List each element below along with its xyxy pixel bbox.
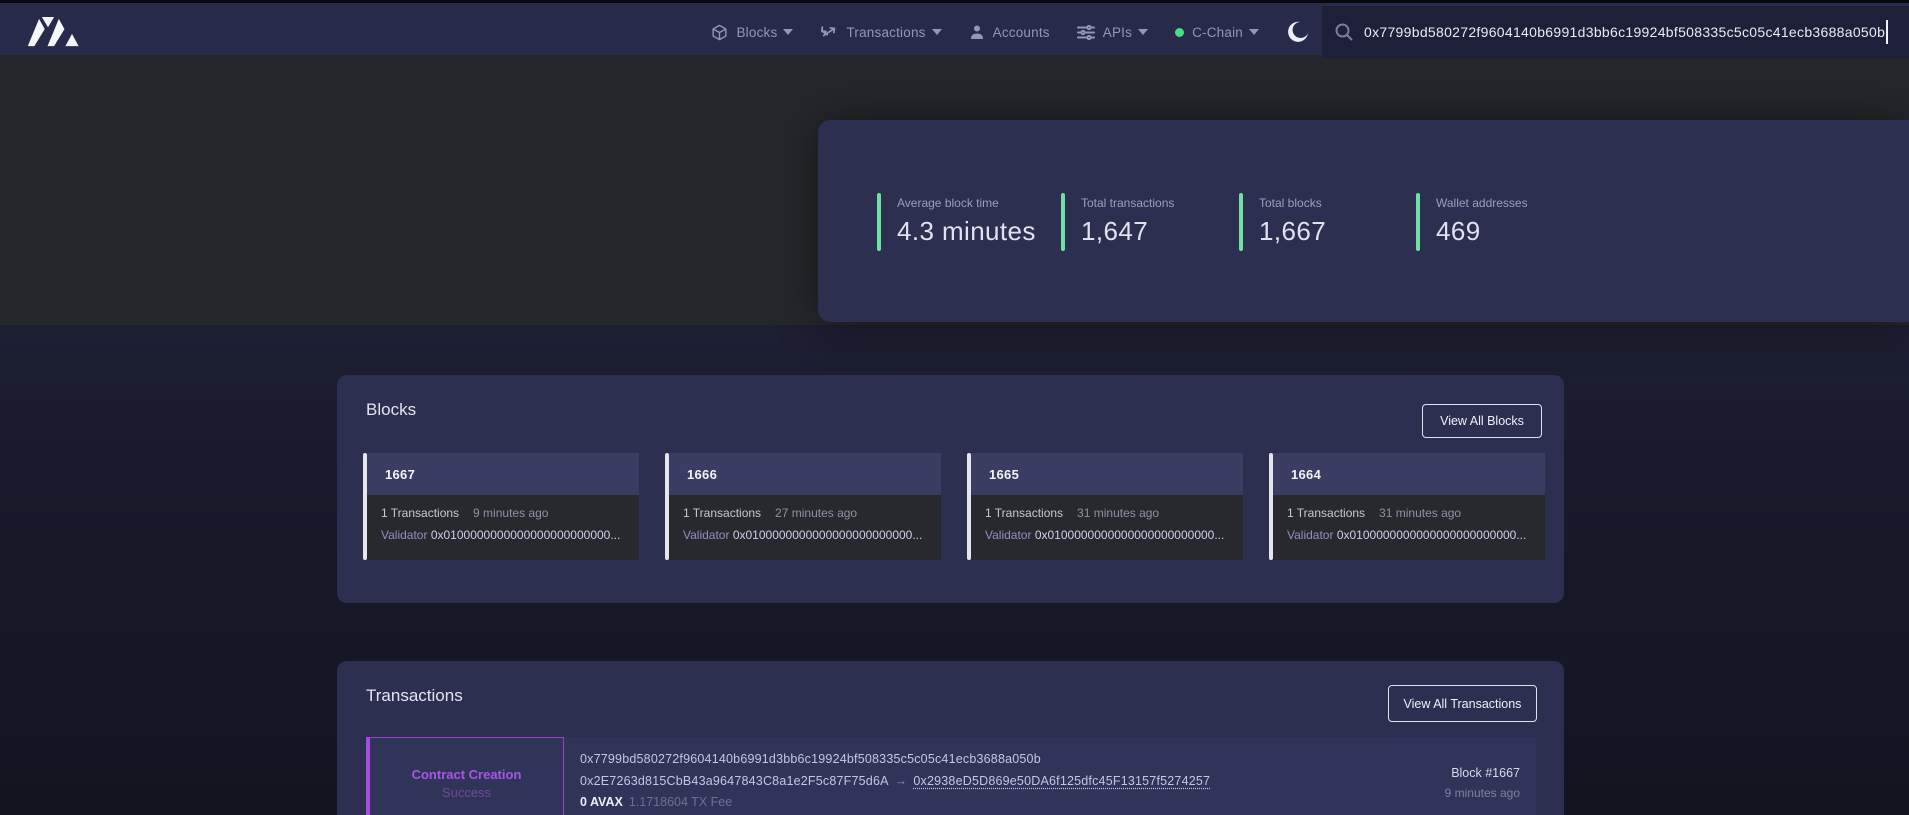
stat-value: 1,647 <box>1081 216 1174 247</box>
person-icon <box>969 24 985 40</box>
block-accent-bar <box>967 453 971 560</box>
view-all-blocks-button[interactable]: View All Blocks <box>1422 404 1542 438</box>
block-tx-count: 1 Transactions <box>683 506 761 520</box>
stat-value: 4.3 minutes <box>897 216 1036 247</box>
stat-label: Average block time <box>897 196 1036 210</box>
block-number[interactable]: 1667 <box>367 453 639 495</box>
stat-accent-bar <box>877 193 881 251</box>
stat-value: 469 <box>1436 216 1528 247</box>
block-number[interactable]: 1665 <box>971 453 1243 495</box>
transaction-details: 0x7799bd580272f9604140b6991d3bb6c19924bf… <box>580 749 1210 814</box>
nav-label-accounts: Accounts <box>993 25 1050 40</box>
validator-address: 0x0100000000000000000000000... <box>1035 528 1225 542</box>
transaction-block-link[interactable]: Block #1667 <box>1445 763 1520 783</box>
text-cursor <box>1886 20 1888 44</box>
stat-accent-bar <box>1061 193 1065 251</box>
stat-label: Total transactions <box>1081 196 1174 210</box>
chevron-down-icon <box>1249 29 1259 35</box>
block-card-body: 1 Transactions 31 minutes ago Validator … <box>1273 495 1545 560</box>
view-all-transactions-button[interactable]: View All Transactions <box>1388 685 1537 722</box>
stat-accent-bar <box>1239 193 1243 251</box>
chevron-down-icon <box>783 29 793 35</box>
validator-address: 0x0100000000000000000000000... <box>733 528 923 542</box>
chain-selector[interactable]: C-Chain <box>1175 25 1259 40</box>
nav-label-apis: APIs <box>1103 25 1132 40</box>
block-number[interactable]: 1666 <box>669 453 941 495</box>
validator-address: 0x0100000000000000000000000... <box>431 528 621 542</box>
to-address[interactable]: 0x2938eD5D869e50DA6f125dfc45F13157f52742… <box>913 774 1210 788</box>
chevron-down-icon <box>932 29 942 35</box>
block-number[interactable]: 1664 <box>1273 453 1545 495</box>
transaction-type: Contract Creation <box>412 767 522 782</box>
nav-item-blocks[interactable]: Blocks <box>711 24 793 41</box>
blocks-section-title: Blocks <box>366 400 416 420</box>
nav-item-transactions[interactable]: Transactions <box>820 24 941 40</box>
search-value: 0x7799bd580272f9604140b6991d3bb6c19924bf… <box>1364 24 1885 40</box>
stat-label: Wallet addresses <box>1436 196 1528 210</box>
block-age: 31 minutes ago <box>1077 506 1159 520</box>
stat-label: Total blocks <box>1259 196 1326 210</box>
nav-label-transactions: Transactions <box>846 25 925 40</box>
block-accent-bar <box>363 453 367 560</box>
transaction-age: 9 minutes ago <box>1445 783 1520 803</box>
validator-label: Validator <box>1287 528 1333 542</box>
block-card-body: 1 Transactions 31 minutes ago Validator … <box>971 495 1243 560</box>
nav-menu: Blocks Transactions Accounts <box>711 6 1310 58</box>
avalanche-logo[interactable] <box>26 16 86 48</box>
transaction-type-badge: Contract Creation Success <box>366 737 564 815</box>
validator-label: Validator <box>683 528 729 542</box>
navbar: Blocks Transactions Accounts <box>0 0 1909 55</box>
stat-total-blocks: Total blocks 1,667 <box>1239 193 1326 251</box>
from-address[interactable]: 0x2E7263d815CbB43a9647843C8a1e2F5c87F75d… <box>580 774 889 788</box>
swap-arrows-icon <box>820 24 838 40</box>
stat-total-transactions: Total transactions 1,647 <box>1061 193 1174 251</box>
nav-item-apis[interactable]: APIs <box>1077 25 1148 40</box>
block-card[interactable]: 1666 1 Transactions 27 minutes ago Valid… <box>665 453 941 560</box>
transactions-section-title: Transactions <box>366 686 463 706</box>
block-card-body: 1 Transactions 27 minutes ago Validator … <box>669 495 941 560</box>
validator-label: Validator <box>381 528 427 542</box>
explorer-page: Blocks Transactions Accounts <box>0 0 1909 815</box>
block-age: 27 minutes ago <box>775 506 857 520</box>
nav-item-accounts[interactable]: Accounts <box>969 24 1050 40</box>
sliders-icon <box>1077 25 1095 40</box>
search-input[interactable]: 0x7799bd580272f9604140b6991d3bb6c19924bf… <box>1322 6 1909 58</box>
transaction-meta: Block #1667 9 minutes ago <box>1445 763 1520 803</box>
transaction-value: 0 AVAX <box>580 795 623 809</box>
block-tx-count: 1 Transactions <box>1287 506 1365 520</box>
blocks-section: Blocks View All Blocks 1667 1 Transactio… <box>337 375 1564 603</box>
block-age: 9 minutes ago <box>473 506 548 520</box>
block-age: 31 minutes ago <box>1379 506 1461 520</box>
block-card[interactable]: 1664 1 Transactions 31 minutes ago Valid… <box>1269 453 1545 560</box>
block-tx-count: 1 Transactions <box>985 506 1063 520</box>
cube-icon <box>711 24 728 41</box>
chain-label: C-Chain <box>1192 25 1243 40</box>
status-dot-icon <box>1175 28 1184 37</box>
block-card[interactable]: 1665 1 Transactions 31 minutes ago Valid… <box>967 453 1243 560</box>
transaction-fee: 1.1718604 TX Fee <box>623 795 732 809</box>
stat-accent-bar <box>1416 193 1420 251</box>
search-icon <box>1334 22 1354 42</box>
moon-icon <box>1286 20 1310 44</box>
nav-label-blocks: Blocks <box>736 25 777 40</box>
dark-mode-toggle[interactable] <box>1286 20 1310 44</box>
block-card[interactable]: 1667 1 Transactions 9 minutes ago Valida… <box>363 453 639 560</box>
transaction-status: Success <box>442 785 491 800</box>
block-tx-count: 1 Transactions <box>381 506 459 520</box>
block-card-body: 1 Transactions 9 minutes ago Validator 0… <box>367 495 639 560</box>
validator-address: 0x0100000000000000000000000... <box>1337 528 1527 542</box>
chevron-down-icon <box>1138 29 1148 35</box>
transactions-section: Transactions View All Transactions Contr… <box>337 661 1564 815</box>
stat-value: 1,667 <box>1259 216 1326 247</box>
network-stats-card: Average block time 4.3 minutes Total tra… <box>818 120 1909 322</box>
validator-label: Validator <box>985 528 1031 542</box>
block-accent-bar <box>1269 453 1273 560</box>
transaction-row[interactable]: Contract Creation Success 0x7799bd580272… <box>366 737 1536 815</box>
stat-wallet-addresses: Wallet addresses 469 <box>1416 193 1528 251</box>
stat-average-block-time: Average block time 4.3 minutes <box>877 193 1036 251</box>
block-accent-bar <box>665 453 669 560</box>
transaction-hash[interactable]: 0x7799bd580272f9604140b6991d3bb6c19924bf… <box>580 749 1210 771</box>
arrow-right-icon: → <box>889 774 914 788</box>
